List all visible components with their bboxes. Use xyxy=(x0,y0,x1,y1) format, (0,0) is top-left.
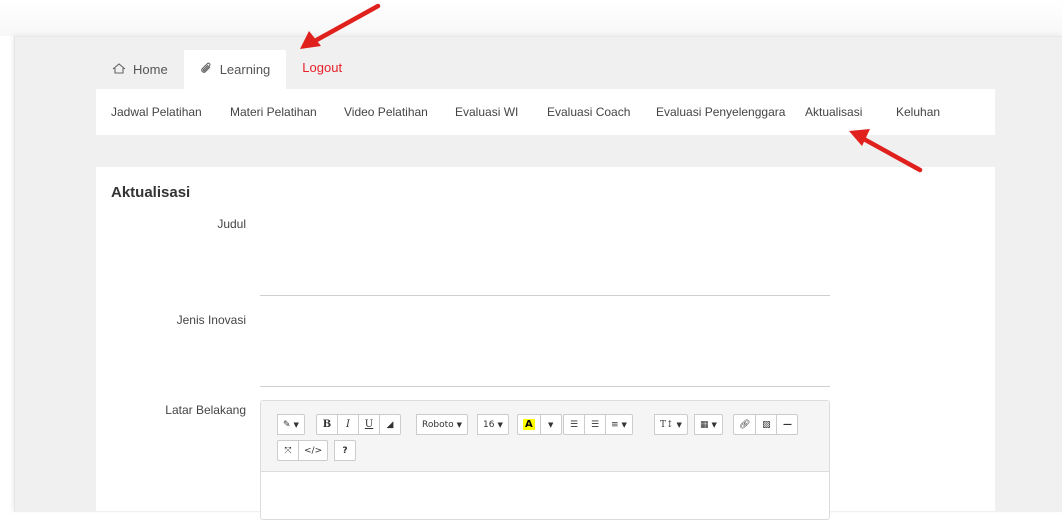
link-icon: 🔗︎ xyxy=(739,419,751,430)
font-name-dropdown[interactable]: Roboto ▼ xyxy=(416,414,469,435)
help-button[interactable]: ? xyxy=(334,440,356,461)
subnav-item-materi-pelatihan[interactable]: Materi Pelatihan xyxy=(230,105,317,119)
font-style-group: B I U ◢ xyxy=(316,414,401,435)
paragraph-group: ☰ ☰ ≡ ▼ xyxy=(563,414,633,435)
subnav-item-jadwal-pelatihan[interactable]: Jadwal Pelatihan xyxy=(111,105,202,119)
font-size-group: 16 ▼ xyxy=(477,414,509,435)
main-tabs: Home Learning Logout xyxy=(96,50,358,90)
help-group: ? xyxy=(334,440,356,461)
fullscreen-icon: ⤧ xyxy=(284,445,292,456)
insert-group: 🔗︎ ▨ — xyxy=(733,414,799,435)
hr-button[interactable]: — xyxy=(776,414,799,435)
line-height-icon: T↕ xyxy=(660,419,674,430)
font-name-group: Roboto ▼ xyxy=(416,414,469,435)
latar-belakang-editor: ✎ ▼ B I U ◢ Roboto ▼ 16 ▼ A ▼ ☰ ☰ ≡ ▼ T↕… xyxy=(260,400,830,520)
judul-label: Judul xyxy=(217,217,246,231)
home-icon xyxy=(112,62,133,77)
underline-icon: U xyxy=(364,419,374,430)
height-group: T↕ ▼ xyxy=(654,414,688,435)
link-button[interactable]: 🔗︎ xyxy=(733,414,757,435)
jenis-inovasi-field[interactable] xyxy=(260,386,830,387)
subnav-item-aktualisasi[interactable]: Aktualisasi xyxy=(805,105,862,119)
clear-format-button[interactable]: ◢ xyxy=(379,414,401,435)
tab-learning-label: Learning xyxy=(219,62,271,77)
image-icon: ▨ xyxy=(762,419,771,430)
page-title: Aktualisasi xyxy=(111,184,191,201)
annotation-arrow-learning-icon xyxy=(300,3,381,49)
ordered-list-icon: ☰ xyxy=(590,419,600,430)
table-icon: ▦ xyxy=(700,419,709,430)
style-group: ✎ ▼ xyxy=(277,414,305,435)
italic-button[interactable]: I xyxy=(337,414,359,435)
color-dropdown-button[interactable]: ▼ xyxy=(539,414,562,435)
subnav-item-keluhan[interactable]: Keluhan xyxy=(896,105,940,119)
table-group: ▦ ▼ xyxy=(694,414,723,435)
magic-icon: ✎ xyxy=(283,419,291,430)
code-view-icon: </> xyxy=(304,445,323,456)
help-icon: ? xyxy=(342,445,348,456)
editor-content-area[interactable] xyxy=(261,472,829,519)
bold-icon: B xyxy=(322,419,332,430)
top-backdrop xyxy=(0,0,1062,36)
font-name-value: Roboto xyxy=(422,419,454,430)
italic-icon: I xyxy=(346,419,350,430)
subnav-item-evaluasi-penyelenggara[interactable]: Evaluasi Penyelenggara xyxy=(656,105,785,119)
editor-toolbar: ✎ ▼ B I U ◢ Roboto ▼ 16 ▼ A ▼ ☰ ☰ ≡ ▼ T↕… xyxy=(261,401,829,472)
font-size-value: 16 xyxy=(483,419,495,430)
align-icon: ≡ xyxy=(611,419,619,430)
tab-learning[interactable]: Learning xyxy=(183,50,287,89)
tab-logout-label: Logout xyxy=(302,60,343,75)
font-size-dropdown[interactable]: 16 ▼ xyxy=(477,414,509,435)
content-panel: Aktualisasi Judul Jenis Inovasi Latar Be… xyxy=(96,167,995,520)
tab-logout[interactable]: Logout xyxy=(286,50,358,89)
paragraph-dropdown[interactable]: ≡ ▼ xyxy=(605,414,633,435)
view-group: ⤧ </> xyxy=(277,440,329,461)
subnav-item-video-pelatihan[interactable]: Video Pelatihan xyxy=(344,105,428,119)
line-height-dropdown[interactable]: T↕ ▼ xyxy=(654,414,688,435)
paperclip-icon xyxy=(200,62,220,78)
bold-button[interactable]: B xyxy=(316,414,338,435)
judul-field[interactable] xyxy=(260,295,830,296)
unordered-list-button[interactable]: ☰ xyxy=(563,414,585,435)
eraser-icon: ◢ xyxy=(386,419,394,430)
fullscreen-button[interactable]: ⤧ xyxy=(277,440,299,461)
underline-button[interactable]: U xyxy=(358,414,380,435)
hr-icon: — xyxy=(782,419,792,430)
style-button[interactable]: ✎ ▼ xyxy=(277,414,305,435)
ordered-list-button[interactable]: ☰ xyxy=(584,414,606,435)
chevron-down-icon: ▼ xyxy=(548,420,554,429)
font-color-button[interactable]: A xyxy=(517,414,541,435)
font-color-icon: A xyxy=(523,419,535,430)
image-button[interactable]: ▨ xyxy=(755,414,778,435)
subnav-item-evaluasi-wi[interactable]: Evaluasi WI xyxy=(455,105,518,119)
color-group: A ▼ xyxy=(517,414,562,435)
tab-home-label: Home xyxy=(133,62,168,77)
unordered-list-icon: ☰ xyxy=(569,419,579,430)
jenis-inovasi-label: Jenis Inovasi xyxy=(176,313,246,327)
table-dropdown[interactable]: ▦ ▼ xyxy=(694,414,723,435)
tab-home[interactable]: Home xyxy=(96,50,184,89)
subnav-item-evaluasi-coach[interactable]: Evaluasi Coach xyxy=(547,105,630,119)
latar-belakang-label: Latar Belakang xyxy=(165,403,246,417)
code-view-button[interactable]: </> xyxy=(298,440,329,461)
annotation-arrow-aktualisasi-icon xyxy=(849,129,923,173)
